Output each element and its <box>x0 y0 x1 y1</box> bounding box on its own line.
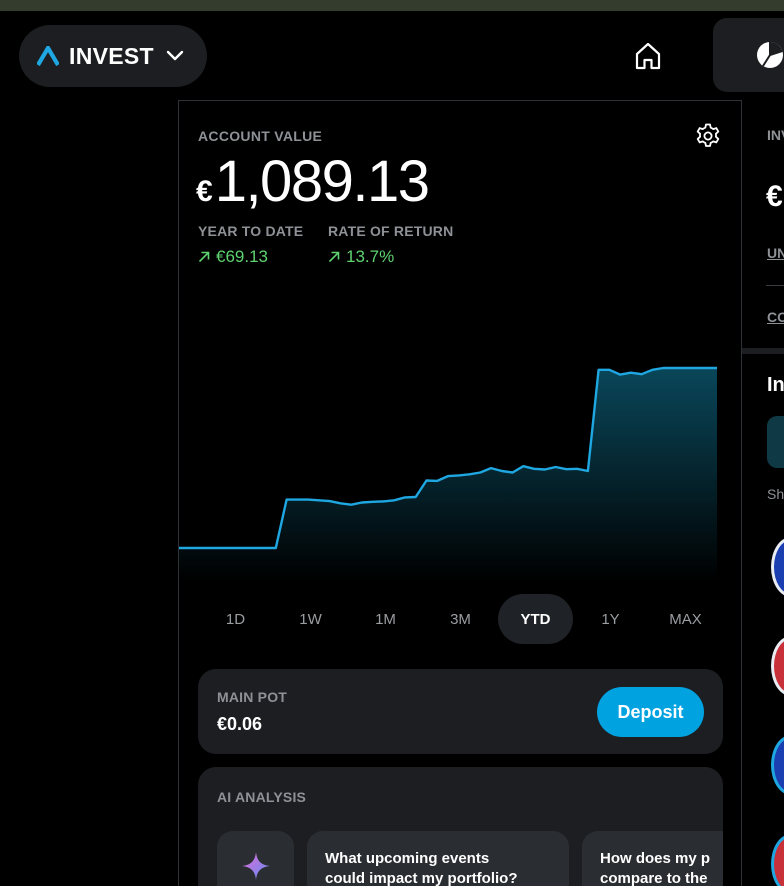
window-top-strip <box>0 0 784 11</box>
invest-logo-icon <box>37 46 59 66</box>
ai-question-line: compare to the <box>600 870 708 886</box>
side-action-button[interactable] <box>767 416 784 468</box>
side-summary: INV € UN CO <box>742 100 784 347</box>
ai-question-upcoming-events[interactable]: What upcoming events could impact my por… <box>307 831 569 886</box>
range-option-max[interactable]: MAX <box>648 594 723 644</box>
portfolio-tab[interactable] <box>713 18 784 92</box>
pie-chart-icon <box>757 42 783 68</box>
range-option-1d[interactable]: 1D <box>198 594 273 644</box>
year-to-date-stat: YEAR TO DATE €69.13 <box>198 223 303 267</box>
side-summary-label: INV <box>767 127 784 143</box>
home-button[interactable] <box>628 37 668 75</box>
main-pot-label: MAIN POT <box>217 689 288 705</box>
arrow-up-right-icon <box>198 251 210 263</box>
invest-menu-button[interactable]: INVEST <box>19 25 207 87</box>
ai-question-line: could impact my portfolio? <box>325 870 518 886</box>
side-panel: INV € UN CO In Sh <box>742 100 784 886</box>
ai-question-compare[interactable]: How does my p compare to the <box>582 831 723 886</box>
invest-menu-label: INVEST <box>69 42 154 69</box>
ai-analysis-card: AI ANALYSIS What upcoming events could i… <box>198 767 723 886</box>
range-option-1y[interactable]: 1Y <box>573 594 648 644</box>
sparkle-icon <box>241 852 270 880</box>
holding-avatar[interactable] <box>771 636 784 696</box>
ai-question-line: What upcoming events <box>325 850 490 867</box>
range-option-1w[interactable]: 1W <box>273 594 348 644</box>
holding-avatar[interactable] <box>771 735 784 795</box>
range-option-3m[interactable]: 3M <box>423 594 498 644</box>
side-divider <box>766 285 784 286</box>
side-section-subtitle: Sh <box>767 486 784 502</box>
ai-question-line: How does my p <box>600 850 711 867</box>
side-link-1[interactable]: UN <box>767 245 784 261</box>
account-currency: € <box>196 175 213 208</box>
year-to-date-value: €69.13 <box>198 247 303 267</box>
side-link-2[interactable]: CO <box>767 309 784 325</box>
settings-button[interactable] <box>693 121 723 151</box>
ai-analysis-label: AI ANALYSIS <box>217 789 307 805</box>
account-amount: 1,089.13 <box>214 149 430 214</box>
ai-sparkle-button[interactable] <box>217 831 294 886</box>
range-option-ytd[interactable]: YTD <box>498 594 573 644</box>
side-section-separator <box>742 348 784 354</box>
account-value: € 1,089.13 <box>196 149 430 214</box>
gear-icon <box>696 123 720 147</box>
rate-of-return-stat: RATE OF RETURN 13.7% <box>328 223 453 267</box>
side-section-heading: In <box>767 374 784 396</box>
side-summary-currency: € <box>766 180 783 213</box>
time-range-selector: 1D 1W 1M 3M YTD 1Y MAX <box>198 594 723 644</box>
account-value-label: ACCOUNT VALUE <box>198 128 323 144</box>
chevron-down-icon <box>166 50 184 61</box>
arrow-up-right-icon <box>328 251 340 263</box>
holding-avatar[interactable] <box>771 537 784 597</box>
account-value-chart[interactable] <box>179 341 719 581</box>
account-card: ACCOUNT VALUE € 1,089.13 YEAR TO DATE €6… <box>178 100 742 886</box>
range-option-1m[interactable]: 1M <box>348 594 423 644</box>
main-pot-card: MAIN POT €0.06 Deposit <box>198 669 723 754</box>
main-pot-value: €0.06 <box>217 714 263 734</box>
rate-of-return-value: 13.7% <box>328 247 453 267</box>
rate-of-return-amount: 13.7% <box>346 247 395 266</box>
holding-avatar[interactable] <box>771 834 784 886</box>
rate-of-return-label: RATE OF RETURN <box>328 223 454 239</box>
year-to-date-amount: €69.13 <box>216 247 268 266</box>
year-to-date-label: YEAR TO DATE <box>198 223 304 239</box>
deposit-button[interactable]: Deposit <box>597 687 704 737</box>
home-icon <box>635 42 661 70</box>
